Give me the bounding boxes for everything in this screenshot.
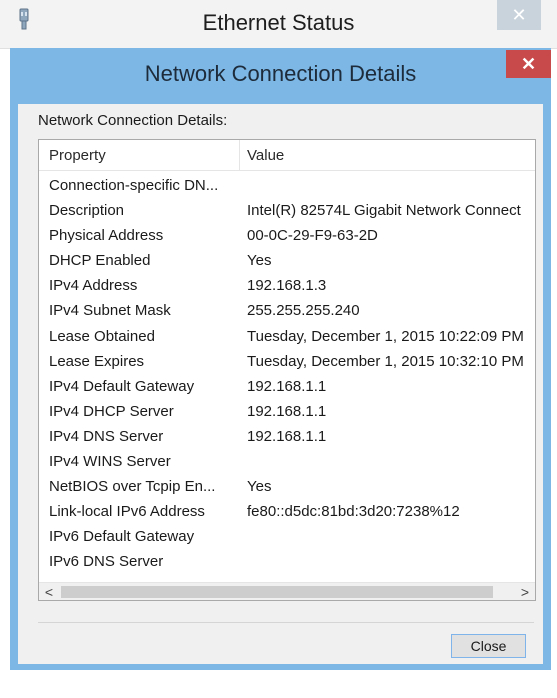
value-cell: Tuesday, December 1, 2015 10:32:10 PM (247, 352, 524, 370)
list-row[interactable]: Link-local IPv6 Address fe80::d5dc:81bd:3… (39, 500, 535, 525)
list-row[interactable]: IPv4 Address 192.168.1.3 (39, 274, 535, 299)
background-close-button[interactable]: ✕ (497, 0, 541, 30)
property-cell: IPv4 Default Gateway (49, 377, 195, 395)
dialog-close-button[interactable]: ✕ (506, 50, 551, 78)
list-row[interactable]: IPv6 DNS Server (39, 550, 535, 575)
list-header: Property Value (39, 140, 535, 171)
list-row[interactable]: Physical Address 00-0C-29-F9-63-2D (39, 224, 535, 249)
list-row[interactable]: IPv4 DNS Server 192.168.1.1 (39, 425, 535, 450)
property-cell: Connection-specific DN... (49, 177, 219, 194)
property-cell: Description (49, 202, 125, 220)
property-cell: Link-local IPv6 Address (49, 503, 205, 521)
property-cell: Lease Expires (49, 352, 145, 370)
dialog-title: Network Connection Details (144, 61, 417, 86)
column-header-property[interactable]: Property (49, 147, 106, 164)
column-separator[interactable] (239, 140, 240, 170)
list-row[interactable]: IPv4 Default Gateway 192.168.1.1 (39, 375, 535, 400)
scrollbar-thumb[interactable] (61, 586, 493, 598)
scroll-left-button[interactable]: < (39, 583, 59, 600)
list-row[interactable]: Connection-specific DN... (39, 174, 535, 199)
property-cell: IPv4 WINS Server (49, 453, 171, 471)
value-cell: 192.168.1.3 (247, 277, 327, 295)
property-cell: NetBIOS over Tcpip En... (49, 478, 216, 496)
details-list-view[interactable]: Property Value Connection-specific DN...… (38, 139, 536, 601)
list-row[interactable]: IPv6 Default Gateway (39, 525, 535, 550)
list-row[interactable]: Lease Expires Tuesday, December 1, 2015 1… (39, 350, 535, 375)
ethernet-status-titlebar: Ethernet Status ✕ (0, 0, 557, 49)
value-cell: 255.255.255.240 (247, 302, 360, 320)
list-row[interactable]: DHCP Enabled Yes (39, 249, 535, 274)
value-cell: 192.168.1.1 (247, 377, 327, 395)
dialog-titlebar: Network Connection Details ✕ (10, 48, 551, 96)
list-row[interactable]: IPv4 Subnet Mask 255.255.255.240 (39, 299, 535, 324)
value-cell: Tuesday, December 1, 2015 10:22:09 PM (247, 327, 524, 345)
property-cell: IPv6 Default Gateway (49, 528, 195, 546)
list-row[interactable]: IPv4 DHCP Server 192.168.1.1 (39, 400, 535, 425)
value-cell: 192.168.1.1 (247, 427, 327, 445)
property-cell: Physical Address (49, 227, 164, 245)
list-rows: Connection-specific DN... Description Int… (39, 174, 535, 576)
list-row[interactable]: IPv4 WINS Server (39, 450, 535, 475)
network-connection-details-dialog: Network Connection Details ✕ Network Con… (10, 48, 551, 670)
property-cell: IPv4 DHCP Server (49, 402, 174, 420)
close-button[interactable]: Close (451, 634, 526, 658)
horizontal-scrollbar[interactable]: < > (39, 582, 535, 600)
value-cell: 192.168.1.1 (247, 402, 327, 420)
list-row[interactable]: Description Intel(R) 82574L Gigabit Netwo… (39, 199, 535, 224)
value-cell: fe80::d5dc:81bd:3d20:7238%12 (247, 503, 460, 521)
value-cell: Yes (247, 478, 272, 496)
value-cell: Yes (247, 252, 272, 270)
button-divider (38, 622, 534, 623)
value-cell: 00-0C-29-F9-63-2D (247, 227, 378, 245)
window-title: Ethernet Status (202, 10, 355, 35)
list-row[interactable]: NetBIOS over Tcpip En... Yes (39, 475, 535, 500)
scroll-right-button[interactable]: > (515, 583, 535, 600)
details-group-label: Network Connection Details: (38, 112, 228, 129)
property-cell: DHCP Enabled (49, 252, 151, 270)
list-row[interactable]: Lease Obtained Tuesday, December 1, 2015 … (39, 325, 535, 350)
property-cell: IPv6 DNS Server (49, 553, 164, 571)
property-cell: IPv4 Address (49, 277, 138, 295)
property-cell: IPv4 DNS Server (49, 427, 164, 445)
dialog-client-area: Network Connection Details: Property Val… (18, 104, 543, 664)
value-cell: Intel(R) 82574L Gigabit Network Connect (247, 202, 521, 220)
property-cell: Lease Obtained (49, 327, 155, 345)
column-header-value[interactable]: Value (247, 147, 284, 164)
property-cell: IPv4 Subnet Mask (49, 302, 171, 320)
